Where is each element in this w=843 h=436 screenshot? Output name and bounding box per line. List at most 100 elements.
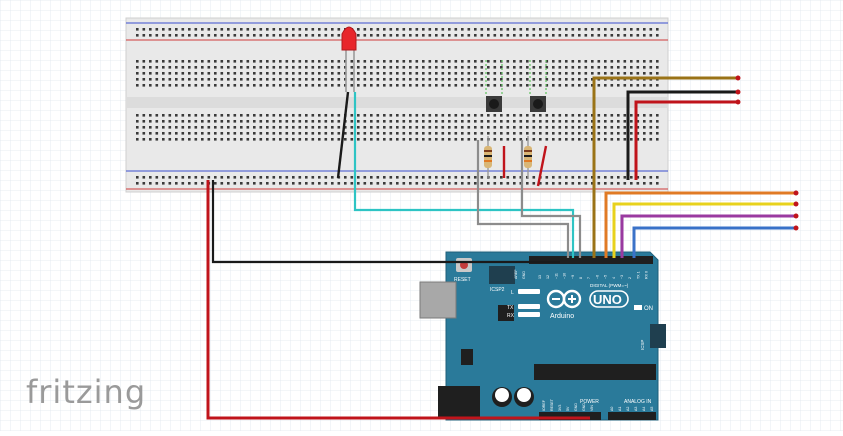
breadboard-hole xyxy=(272,60,276,63)
breadboard-hole xyxy=(227,132,230,135)
wire-end xyxy=(735,89,741,95)
breadboard-hole xyxy=(214,114,217,117)
breadboard-hole xyxy=(285,28,289,31)
breadboard-hole xyxy=(571,120,575,123)
breadboard-hole xyxy=(448,72,451,75)
breadboard-hole xyxy=(220,176,224,179)
breadboard-hole xyxy=(415,182,419,185)
power-pin-label: GND xyxy=(582,403,586,411)
breadboard-hole xyxy=(389,84,393,87)
breadboard-hole xyxy=(500,138,503,141)
breadboard-hole xyxy=(578,126,581,129)
digital-pin-label: ~5 xyxy=(604,275,608,279)
breadboard-hole xyxy=(292,60,295,63)
breadboard-hole xyxy=(298,120,302,123)
pushbutton-2[interactable] xyxy=(530,96,546,112)
breadboard-hole xyxy=(526,66,529,69)
breadboard-hole xyxy=(441,28,445,31)
breadboard-hole xyxy=(610,132,614,135)
led-tx xyxy=(518,304,540,309)
breadboard-hole xyxy=(513,72,516,75)
breadboard-hole xyxy=(279,120,282,123)
breadboard-hole xyxy=(422,34,425,37)
breadboard-hole xyxy=(363,66,367,69)
power-pin-label: GND xyxy=(574,403,578,411)
breadboard-hole xyxy=(487,78,490,81)
breadboard-hole xyxy=(162,120,165,123)
breadboard-hole xyxy=(539,28,542,31)
breadboard-hole xyxy=(194,120,198,123)
breadboard-hole xyxy=(415,120,419,123)
breadboard-hole xyxy=(422,66,425,69)
breadboard-hole xyxy=(305,120,308,123)
breadboard-hole xyxy=(298,28,302,31)
breadboard-hole xyxy=(630,72,633,75)
breadboard-hole xyxy=(584,120,588,123)
breadboard-hole xyxy=(402,28,406,31)
red-led[interactable] xyxy=(341,26,357,51)
breadboard-hole xyxy=(597,28,601,31)
breadboard-hole xyxy=(571,114,575,117)
breadboard-hole xyxy=(136,132,139,135)
breadboard-hole xyxy=(506,182,510,185)
breadboard-hole xyxy=(142,114,146,117)
breadboard-hole xyxy=(337,78,341,81)
breadboard-hole xyxy=(545,132,549,135)
breadboard-hole xyxy=(409,132,412,135)
breadboard-hole xyxy=(630,120,633,123)
breadboard-hole xyxy=(649,84,653,87)
breadboard-hole xyxy=(389,72,393,75)
breadboard-hole xyxy=(253,114,256,117)
breadboard-hole xyxy=(149,120,152,123)
breadboard-hole xyxy=(441,120,445,123)
breadboard-hole xyxy=(331,132,334,135)
breadboard-hole xyxy=(467,78,471,81)
breadboard-hole xyxy=(168,176,172,179)
breadboard-hole xyxy=(324,182,328,185)
pushbutton-1[interactable] xyxy=(486,96,502,112)
breadboard-hole xyxy=(461,114,464,117)
breadboard-hole xyxy=(233,138,237,141)
breadboard[interactable] xyxy=(125,17,669,193)
digital-pin-label: TX 1 xyxy=(636,271,640,279)
breadboard-hole xyxy=(331,120,334,123)
breadboard-hole xyxy=(493,78,497,81)
breadboard-hole xyxy=(168,28,172,31)
breadboard-hole xyxy=(610,34,614,37)
breadboard-hole xyxy=(448,28,451,31)
breadboard-hole xyxy=(363,84,367,87)
breadboard-hole xyxy=(220,28,224,31)
breadboard-hole xyxy=(428,126,432,129)
breadboard-hole xyxy=(292,176,295,179)
breadboard-hole xyxy=(188,84,191,87)
breadboard-hole xyxy=(643,132,646,135)
breadboard-hole xyxy=(552,176,555,179)
breadboard-hole xyxy=(142,126,146,129)
breadboard-hole xyxy=(298,84,302,87)
analog-pin-label: A5 xyxy=(650,407,654,411)
breadboard-hole xyxy=(558,182,562,185)
breadboard-hole xyxy=(565,138,568,141)
breadboard-hole xyxy=(207,120,211,123)
breadboard-hole xyxy=(285,34,289,37)
breadboard-hole xyxy=(454,34,458,37)
breadboard-hole xyxy=(376,78,380,81)
breadboard-hole xyxy=(441,126,445,129)
breadboard-hole xyxy=(357,132,360,135)
breadboard-hole xyxy=(162,176,165,179)
breadboard-hole xyxy=(578,176,581,179)
arduino-uno-board[interactable]: RESET ICSP2 L TX RX UNO Arduino ON DIGIT… xyxy=(419,251,666,421)
breadboard-hole xyxy=(253,78,256,81)
breadboard-hole xyxy=(142,138,146,141)
breadboard-hole xyxy=(474,66,477,69)
breadboard-hole xyxy=(558,34,562,37)
breadboard-hole xyxy=(311,182,315,185)
breadboard-hole xyxy=(136,176,139,179)
breadboard-hole xyxy=(461,182,464,185)
breadboard-hole xyxy=(175,114,178,117)
breadboard-hole xyxy=(376,132,380,135)
breadboard-hole xyxy=(649,114,653,117)
breadboard-hole xyxy=(513,84,516,87)
breadboard-hole xyxy=(630,182,633,185)
breadboard-hole xyxy=(168,60,172,63)
